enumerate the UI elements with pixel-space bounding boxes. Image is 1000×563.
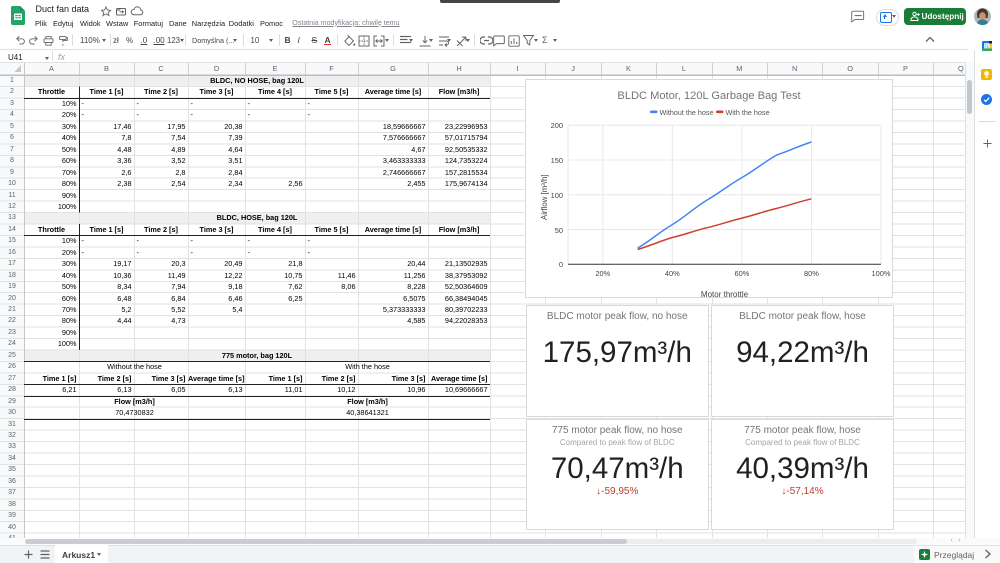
svg-text:31: 31 — [984, 43, 990, 48]
